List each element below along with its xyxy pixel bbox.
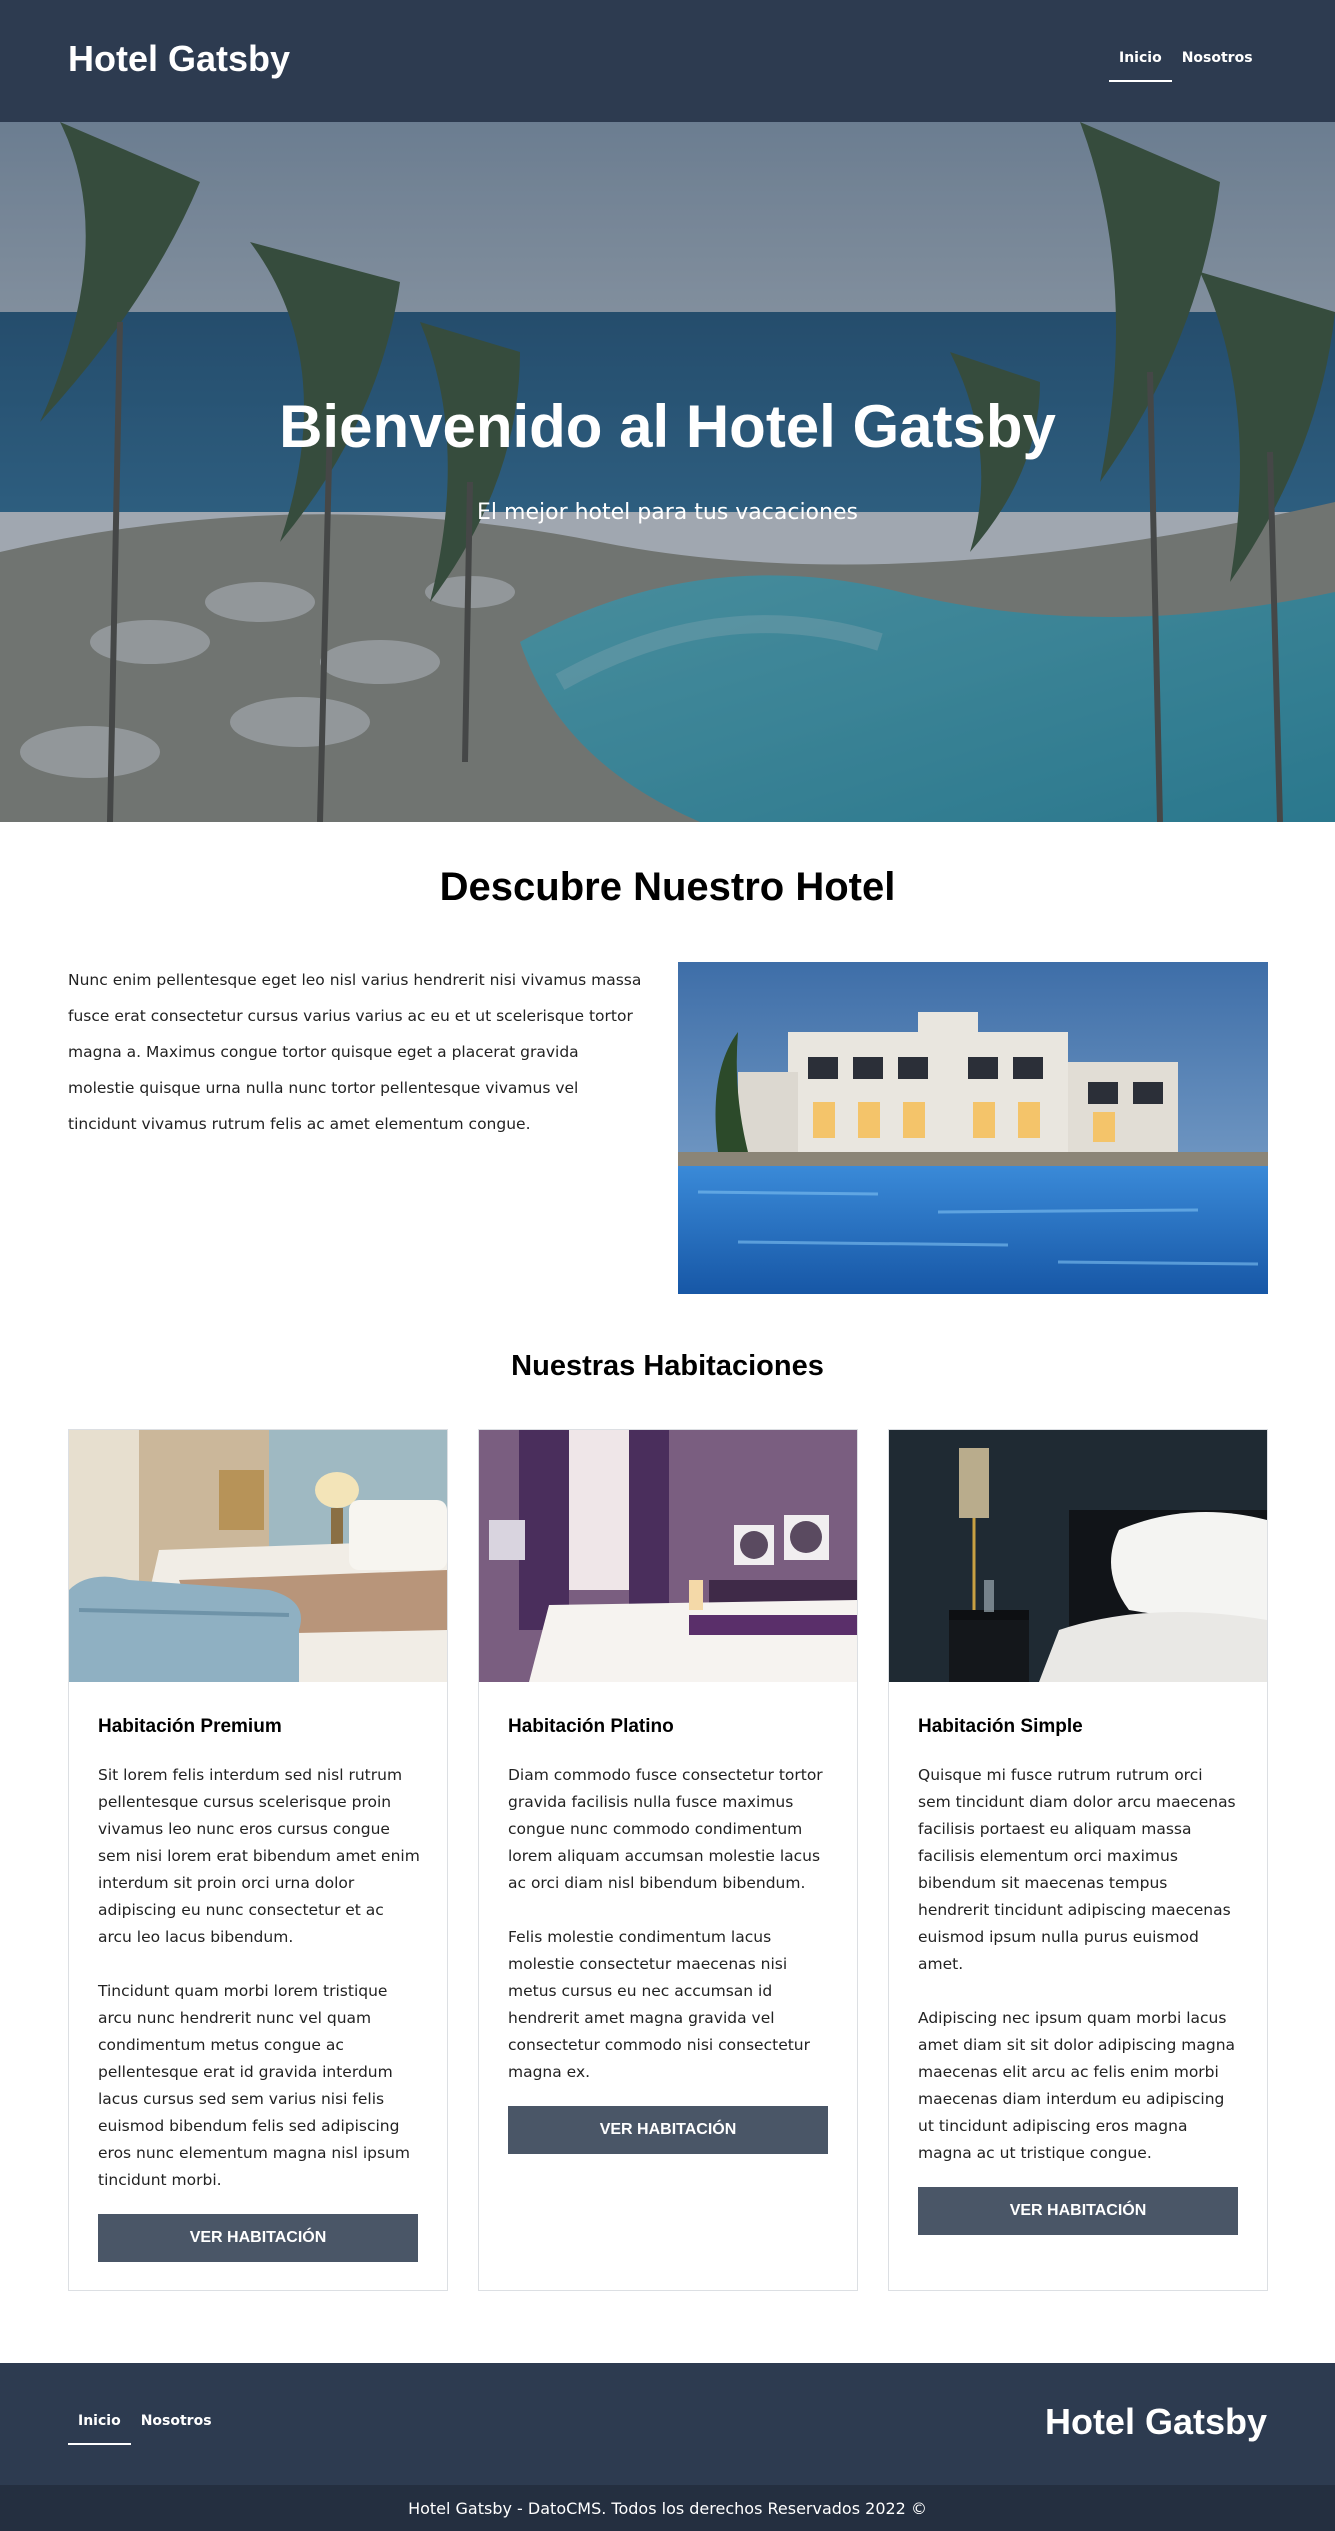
room-paragraph: Tincidunt quam morbi lorem tristique arc… — [98, 1982, 411, 2189]
about-title: Descubre Nuestro Hotel — [439, 865, 896, 909]
view-room-button-simple[interactable]: VER HABITACIÓN — [918, 2187, 1238, 2235]
room-paragraph: Adipiscing nec ipsum quam morbi lacus am… — [918, 2009, 1236, 2162]
footer-link-inicio[interactable]: Inicio — [68, 2413, 131, 2445]
view-room-button-platino[interactable]: VER HABITACIÓN — [508, 2106, 828, 2154]
hero-title: Bienvenido al Hotel Gatsby — [279, 393, 1056, 460]
hero-banner: Bienvenido al Hotel Gatsby El mejor hote… — [0, 122, 1335, 822]
footer-nav: Inicio Nosotros — [68, 2413, 222, 2445]
view-room-button-premium[interactable]: VER HABITACIÓN — [98, 2214, 418, 2262]
nav-link-nosotros[interactable]: Nosotros — [1172, 50, 1263, 82]
room-card-platino: Habitación Platino Diam commodo fusce co… — [478, 1429, 858, 2291]
nav-link-inicio[interactable]: Inicio — [1109, 50, 1172, 82]
room-paragraph: Quisque mi fusce rutrum rutrum orci sem … — [918, 1766, 1236, 1973]
room-title-simple: Habitación Simple — [918, 1716, 1083, 1737]
room-paragraph: Sit lorem felis interdum sed nisl rutrum… — [98, 1766, 420, 1946]
site-header: Hotel Gatsby Inicio Nosotros — [0, 0, 1335, 122]
site-logo[interactable]: Hotel Gatsby — [68, 38, 290, 80]
about-text: Nunc enim pellentesque eget leo nisl var… — [68, 971, 642, 1133]
room-paragraph: Felis molestie condimentum lacus molesti… — [508, 1928, 811, 2081]
hotel-image — [678, 962, 1268, 1294]
copyright-bar: Hotel Gatsby - DatoCMS. Todos los derech… — [0, 2485, 1335, 2531]
room-description-platino: Diam commodo fusce consectetur tortor gr… — [508, 1762, 830, 2086]
rooms-title: Nuestras Habitaciones — [511, 1350, 824, 1382]
site-footer: Inicio Nosotros Hotel Gatsby — [0, 2363, 1335, 2485]
room-card-premium: Habitación Premium Sit lorem felis inter… — [68, 1429, 448, 2291]
room-title-platino: Habitación Platino — [508, 1716, 674, 1737]
room-title-premium: Habitación Premium — [98, 1716, 282, 1737]
hero-subtitle: El mejor hotel para tus vacaciones — [477, 500, 858, 525]
room-card-simple: Habitación Simple Quisque mi fusce rutru… — [888, 1429, 1268, 2291]
main-nav: Inicio Nosotros — [1109, 50, 1263, 82]
room-paragraph: Diam commodo fusce consectetur tortor gr… — [508, 1766, 823, 1892]
footer-logo[interactable]: Hotel Gatsby — [1045, 2401, 1267, 2443]
room-description-premium: Sit lorem felis interdum sed nisl rutrum… — [98, 1762, 420, 2194]
footer-link-nosotros[interactable]: Nosotros — [131, 2413, 222, 2445]
room-image-premium — [69, 1430, 447, 1682]
room-description-simple: Quisque mi fusce rutrum rutrum orci sem … — [918, 1762, 1240, 2167]
room-image-simple — [889, 1430, 1267, 1682]
hero-overlay — [0, 122, 1335, 822]
room-image-platino — [479, 1430, 857, 1682]
